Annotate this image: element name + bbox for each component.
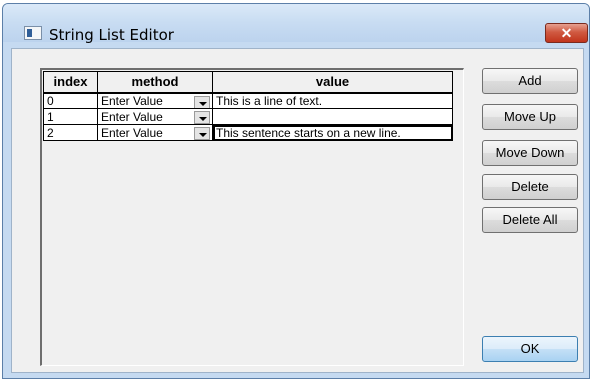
method-select[interactable]: Enter Value xyxy=(97,108,213,125)
index-cell[interactable]: 1 xyxy=(43,108,98,125)
column-header-value[interactable]: value xyxy=(212,71,453,94)
dropdown-arrow-icon[interactable] xyxy=(194,127,210,140)
table-row: 0 Enter Value This is a line of text. xyxy=(43,92,453,109)
window-title: String List Editor xyxy=(49,26,174,44)
move-up-button[interactable]: Move Up xyxy=(482,104,578,130)
table-header-row: index method value xyxy=(43,71,453,94)
delete-button[interactable]: Delete xyxy=(482,174,578,200)
value-cell[interactable]: This is a line of text. xyxy=(212,92,453,109)
string-grid: index method value 0 Enter Value This is… xyxy=(40,68,464,366)
dialog-body: index method value 0 Enter Value This is… xyxy=(11,48,584,373)
table-row: 1 Enter Value xyxy=(43,108,453,125)
value-cell[interactable] xyxy=(212,108,453,125)
close-button[interactable]: ✕ xyxy=(545,23,588,43)
value-cell[interactable]: This sentence starts on a new line. xyxy=(212,124,453,141)
string-list-editor-window: String List Editor ✕ index method value xyxy=(2,3,590,379)
index-cell[interactable]: 0 xyxy=(43,92,98,109)
method-select[interactable]: Enter Value xyxy=(97,124,213,141)
table-row: 2 Enter Value This sentence starts on a … xyxy=(43,124,453,141)
app-window-icon xyxy=(24,26,42,40)
column-header-index[interactable]: index xyxy=(43,71,98,94)
title-bar[interactable]: String List Editor ✕ xyxy=(3,4,589,44)
index-cell[interactable]: 2 xyxy=(43,124,98,141)
string-table: index method value 0 Enter Value This is… xyxy=(43,71,453,141)
dropdown-arrow-icon[interactable] xyxy=(194,95,210,108)
ok-button[interactable]: OK xyxy=(482,336,578,362)
column-header-method[interactable]: method xyxy=(97,71,213,94)
method-value: Enter Value xyxy=(101,125,163,140)
add-button[interactable]: Add xyxy=(482,68,578,94)
dropdown-arrow-icon[interactable] xyxy=(194,111,210,124)
method-value: Enter Value xyxy=(101,93,163,108)
move-down-button[interactable]: Move Down xyxy=(482,140,578,166)
method-select[interactable]: Enter Value xyxy=(97,92,213,109)
method-value: Enter Value xyxy=(101,109,163,124)
delete-all-button[interactable]: Delete All xyxy=(482,207,578,233)
